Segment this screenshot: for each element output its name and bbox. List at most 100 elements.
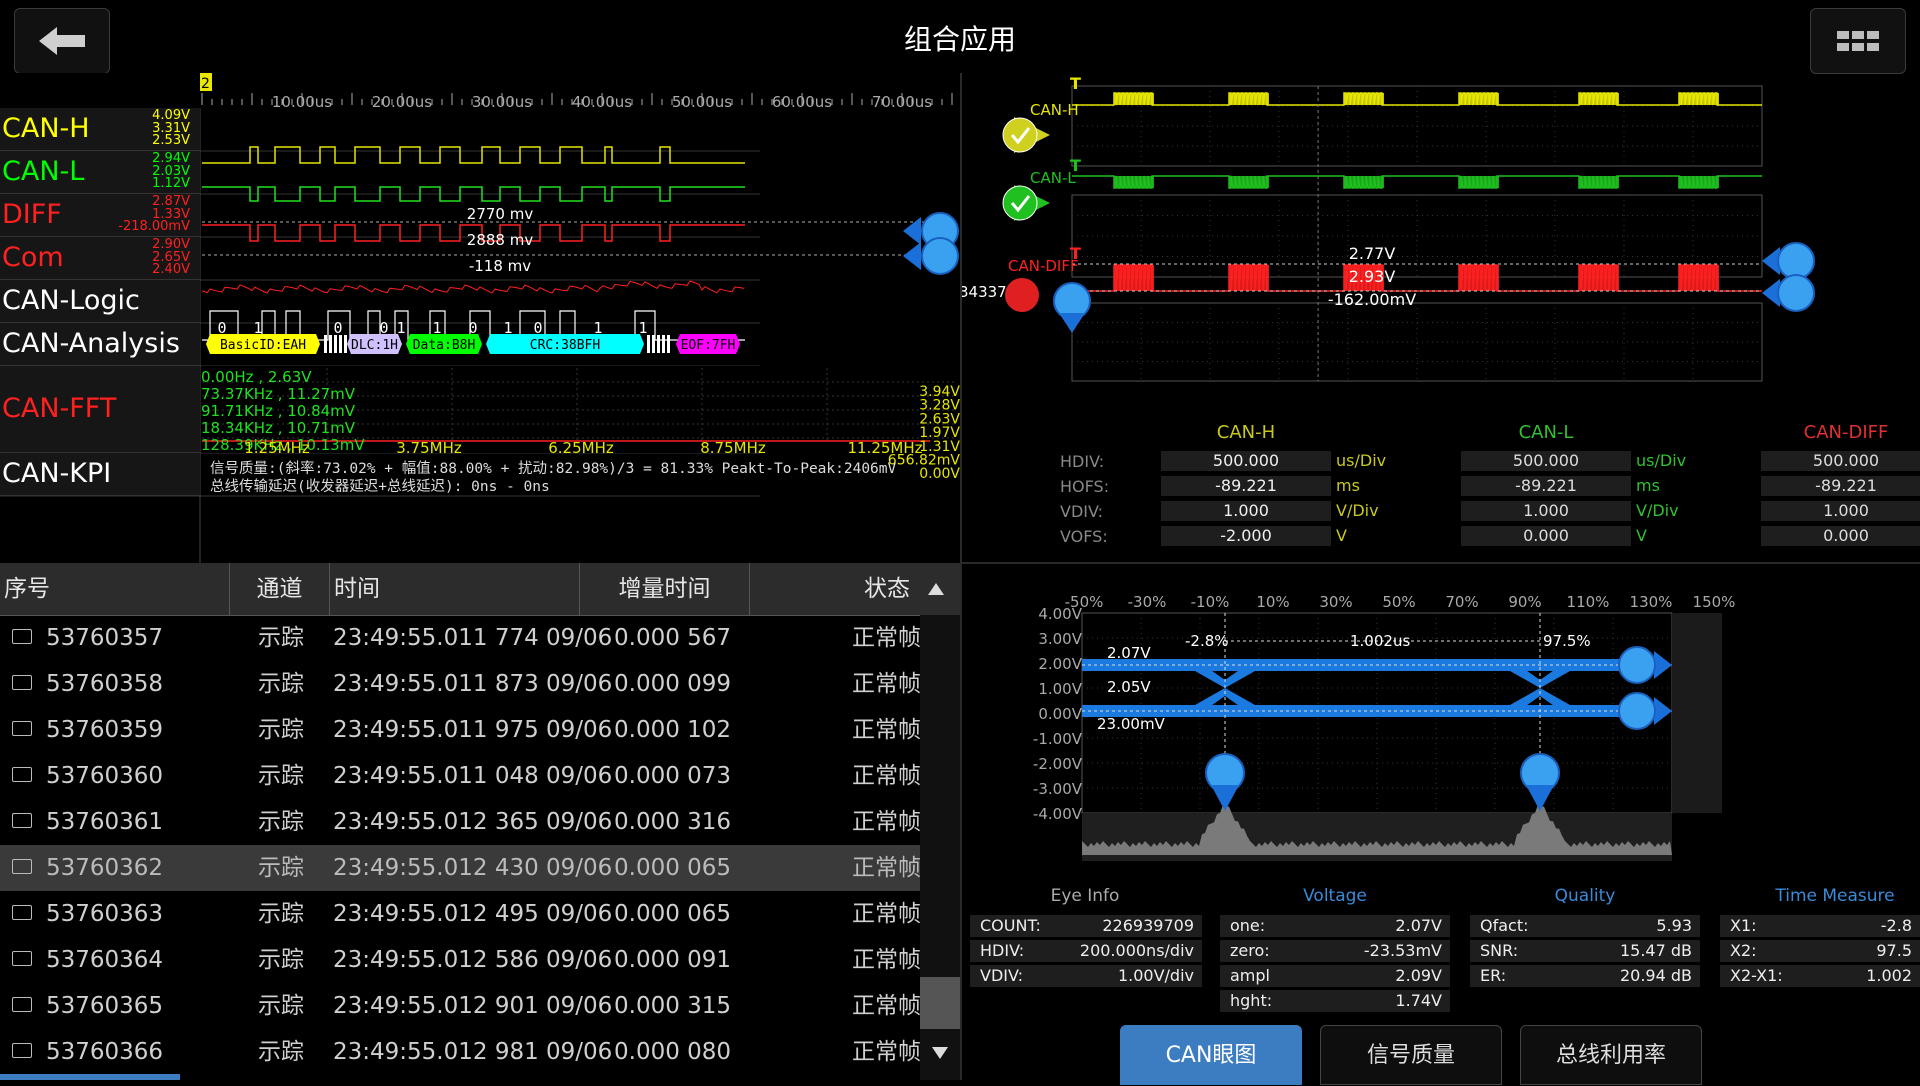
eye-info-label: X1: <box>1730 916 1757 935</box>
eye-y-tick: -1.00V <box>1033 730 1083 748</box>
analysis-segment-label: CRC:38BFH <box>530 338 600 353</box>
col-header-channel[interactable]: 通道 <box>230 563 330 615</box>
eye-x-tick: 50% <box>1382 593 1415 611</box>
channel-label-box[interactable]: CAN-Analysis <box>0 323 200 366</box>
header-bar: 组合应用 <box>0 0 1920 74</box>
status: 正常帧 <box>852 717 921 743</box>
col-header-index[interactable]: 序号 <box>0 563 230 615</box>
table-row[interactable]: 53760364 示踪 23:49:55.012 586 09/06 0.000 09… <box>0 937 921 983</box>
scrollbar-thumb[interactable] <box>920 977 960 1029</box>
scope-param-value[interactable]: 1.000 <box>1161 501 1331 521</box>
timestamp: 23:49:55.012 901 09/06 <box>333 993 613 1019</box>
status: 正常帧 <box>852 901 921 927</box>
eye-x-tick: -30% <box>1128 593 1167 611</box>
scope-param-value[interactable]: -89.221 <box>1761 476 1920 496</box>
channel-label-box[interactable]: CAN-L 2.94V 2.03V 1.12V <box>0 151 200 194</box>
scope-param-unit: us/Div <box>1636 451 1687 470</box>
eye-info-value: 1.74V <box>1395 991 1442 1010</box>
eye-info-value: 226939709 <box>1102 916 1194 935</box>
table-row[interactable]: 53760361 示踪 23:49:55.012 365 09/06 0.000 31… <box>0 799 921 845</box>
fft-freq: 11.25MHz <box>847 439 922 457</box>
eye-y-tick: 4.00V <box>1038 605 1082 623</box>
scope-param-value[interactable]: 500.000 <box>1161 451 1331 471</box>
table-row[interactable]: 53760359 示踪 23:49:55.011 975 09/06 0.000 10… <box>0 707 921 753</box>
table-row[interactable]: 53760358 示踪 23:49:55.011 873 09/06 0.000 09… <box>0 661 921 707</box>
eye-info-value: -2.8 <box>1880 916 1912 935</box>
scope-param-value[interactable]: -2.000 <box>1161 526 1331 546</box>
delta-time: 0.000 102 <box>614 717 732 743</box>
eye-info-row: X2: 97.5 <box>1720 940 1920 962</box>
analysis-segment-label: DLC:1H <box>351 338 398 353</box>
scope-param-value[interactable]: 1.000 <box>1761 501 1920 521</box>
table-scrollbar[interactable] <box>920 615 960 1080</box>
scope-col-header: CAN-DIFF <box>1803 422 1889 443</box>
eye-level-handle-icon <box>1618 646 1656 684</box>
fft-peak: 73.37KHz , 11.27mV <box>201 385 356 403</box>
table-row[interactable]: 53760363 示踪 23:49:55.012 495 09/06 0.000 06… <box>0 891 921 937</box>
table-row[interactable]: 53760365 示踪 23:49:55.012 901 09/06 0.000 31… <box>0 983 921 1029</box>
diff-measure-value: 2888 mv <box>467 231 534 249</box>
delta-time: 0.000 316 <box>614 809 732 835</box>
table-row[interactable]: 53760357 示踪 23:49:55.011 774 09/06 0.000 56… <box>0 615 921 661</box>
eye-diagram-canvas: -50% -30% -10% 10% 30% 50% 70% 90% 110% 130% 150%4… <box>1033 593 1735 861</box>
channel-label-box[interactable]: DIFF 2.87V 1.33V -218.00mV <box>0 194 200 237</box>
kpi-line1: 信号质量:(斜率:73.02% + 幅值:88.00% + 扰动:82.98%)… <box>210 460 897 477</box>
scope-param-value[interactable]: 0.000 <box>1461 526 1631 546</box>
timestamp: 23:49:55.012 430 09/06 <box>333 855 613 881</box>
eye-info-value: 200.000ns/div <box>1079 941 1194 960</box>
table-row[interactable]: 53760362 示踪 23:49:55.012 430 09/06 0.000 06… <box>0 845 921 891</box>
table-row[interactable]: 53760366 示踪 23:49:55.012 981 09/06 0.000 08… <box>0 1029 921 1075</box>
frame-index: 53760365 <box>46 993 164 1019</box>
frame-index: 53760366 <box>46 1039 164 1065</box>
eye-info-row: ampl 2.09V <box>1220 965 1450 987</box>
scope-param-value[interactable]: 500.000 <box>1761 451 1920 471</box>
analysis-segment-label: Data:B8H <box>413 338 476 353</box>
scope-param-label: HOFS: <box>1060 477 1110 496</box>
tab-0[interactable]: CAN眼图 <box>1120 1025 1302 1085</box>
channel-name: Com <box>2 241 64 273</box>
menu-button[interactable] <box>1810 8 1906 74</box>
fft-peak: 18.34KHz , 10.71mV <box>201 419 356 437</box>
row-icon <box>12 1043 32 1058</box>
row-icon <box>12 997 32 1012</box>
eye-section-title: Voltage <box>1303 886 1367 906</box>
scope-param-value[interactable]: 1.000 <box>1461 501 1631 521</box>
channel-label-box[interactable]: Com 2.90V 2.65V 2.40V <box>0 237 200 280</box>
timestamp: 23:49:55.012 495 09/06 <box>333 901 613 927</box>
channel: 示踪 <box>258 625 304 651</box>
status: 正常帧 <box>852 993 921 1019</box>
status: 正常帧 <box>852 855 921 881</box>
scope-diff-measure: 2.93V <box>1349 267 1396 286</box>
eye-x-tick: 110% <box>1567 593 1610 611</box>
fft-scale: 0.00V <box>919 466 960 482</box>
channel-label-box[interactable]: CAN-H 4.09V 3.31V 2.53V <box>0 108 200 151</box>
channel-label-box[interactable]: CAN-Logic <box>0 280 200 323</box>
frame-index: 53760361 <box>46 809 164 835</box>
scope-param-value[interactable]: -89.221 <box>1461 476 1631 496</box>
col-header-delta[interactable]: 增量时间 <box>580 563 750 615</box>
back-button[interactable] <box>14 8 110 74</box>
channel-label-box[interactable]: CAN-FFT <box>0 366 200 453</box>
row-icon <box>12 859 32 874</box>
scope-diff-measure: -162.00mV <box>1328 290 1416 309</box>
scale-value: 1.12V <box>152 176 190 191</box>
progress-strip <box>0 1074 180 1080</box>
frame-index: 53760357 <box>46 625 164 651</box>
scope-param-value[interactable]: 0.000 <box>1761 526 1920 546</box>
scope-param-value[interactable]: 500.000 <box>1461 451 1631 471</box>
sort-asc-icon[interactable] <box>928 583 944 595</box>
table-row[interactable]: 53760360 示踪 23:49:55.011 048 09/06 0.000 07… <box>0 753 921 799</box>
frame-index: 53760362 <box>46 855 164 881</box>
channel-disabled-icon <box>1005 278 1039 312</box>
col-header-time[interactable]: 时间 <box>330 563 580 615</box>
row-icon <box>12 951 32 966</box>
channel-label-box[interactable]: CAN-KPI <box>0 453 200 496</box>
time-tick: 30.00us <box>472 93 532 111</box>
eye-section-title: Eye Info <box>1050 886 1120 906</box>
scroll-down-icon[interactable] <box>932 1047 948 1059</box>
eye-x-tick: -10% <box>1191 593 1230 611</box>
scope-param-value[interactable]: -89.221 <box>1161 476 1331 496</box>
eye-x-tick: 30% <box>1319 593 1352 611</box>
tab-1[interactable]: 信号质量 <box>1320 1025 1502 1085</box>
tab-2[interactable]: 总线利用率 <box>1520 1025 1702 1085</box>
